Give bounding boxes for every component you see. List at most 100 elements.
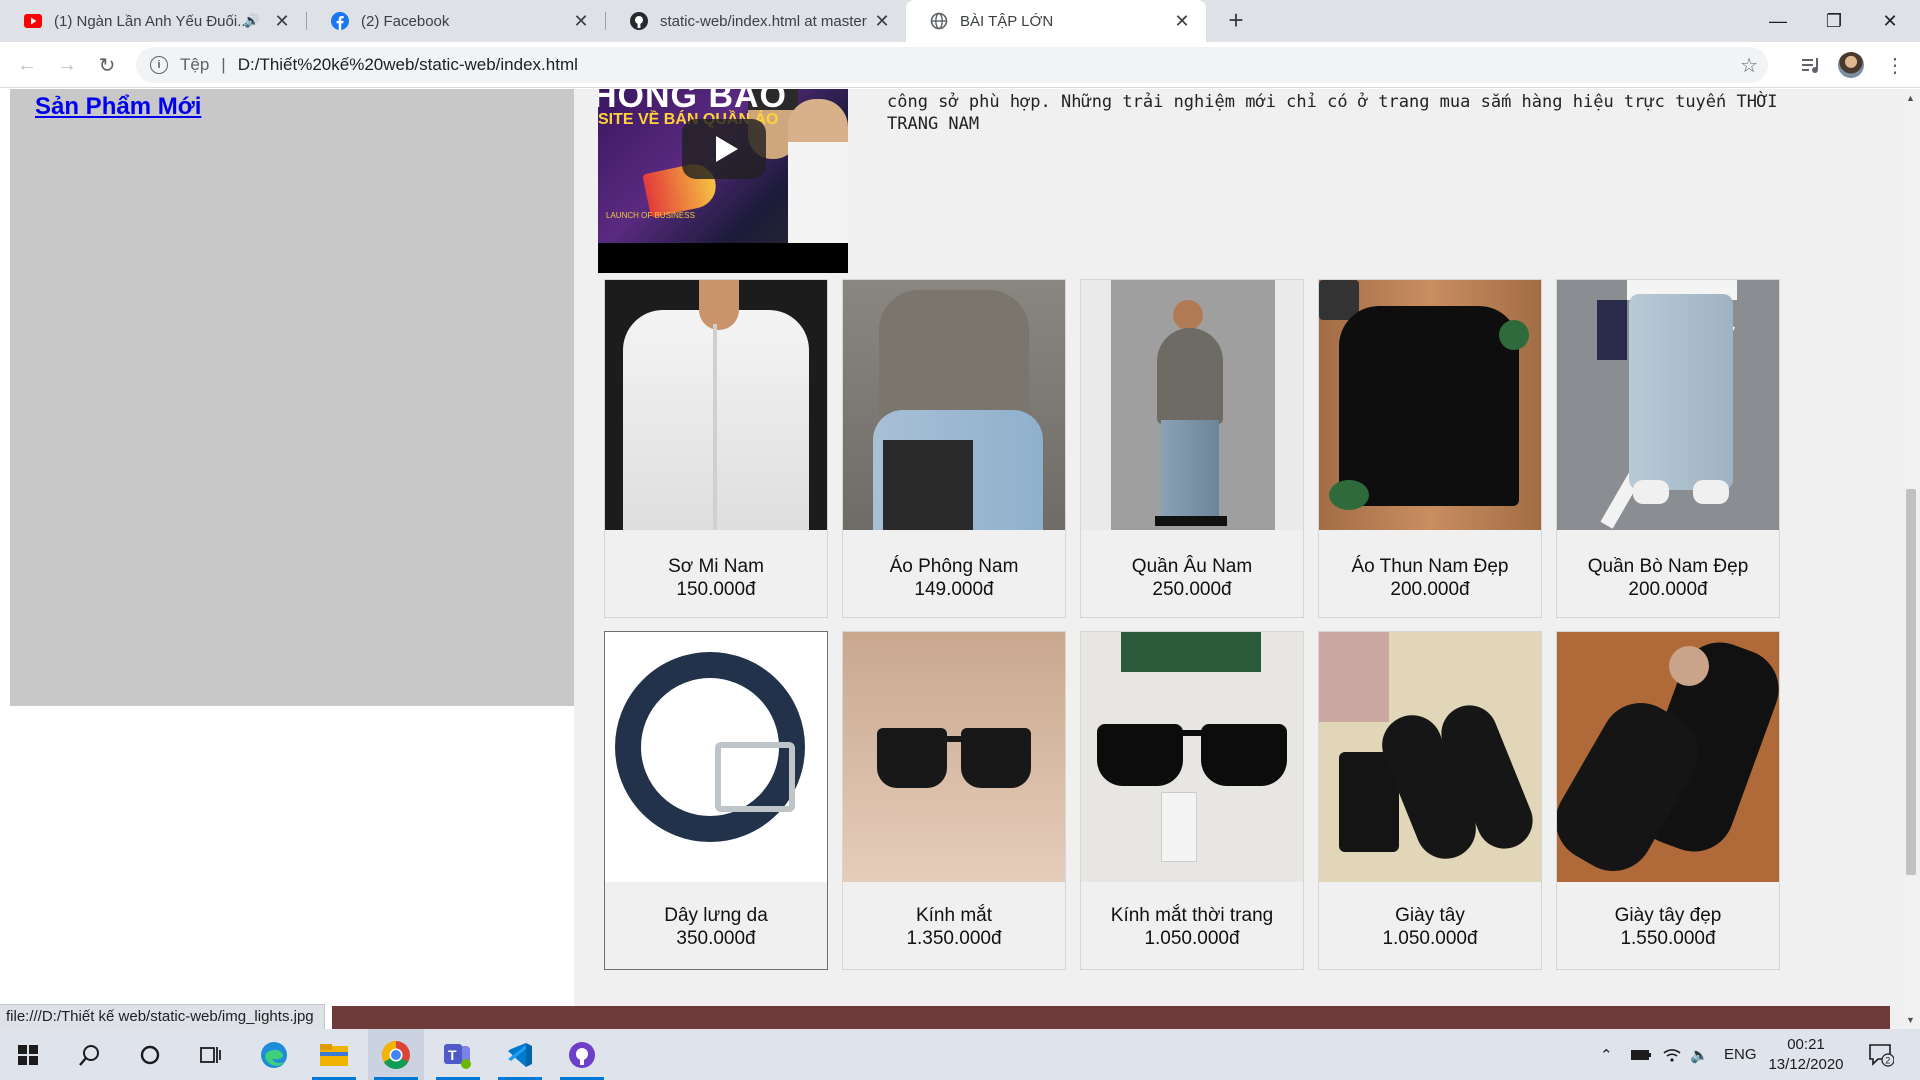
reload-icon[interactable]: ↻ <box>92 50 122 80</box>
product-name: Kính mắt <box>915 905 993 926</box>
tab-title: (2) Facebook <box>361 12 450 30</box>
product-name: Quần Âu Nam <box>1131 556 1253 577</box>
product-card[interactable]: Quần Bò Nam Đẹp 200.000đ <box>1556 279 1780 618</box>
tab-title: static-web/index.html at master <box>660 12 867 30</box>
product-card[interactable]: Kính mắt thời trang 1.050.000đ <box>1080 631 1304 970</box>
tab-bai-tap-lon[interactable]: BÀI TẬP LỚN ✕ <box>906 0 1206 42</box>
vscode-icon[interactable] <box>492 1029 548 1080</box>
product-card[interactable]: Sơ Mi Nam 150.000đ <box>604 279 828 618</box>
footer-bar <box>332 1006 1890 1029</box>
product-card[interactable]: Áo Thun Nam Đẹp 200.000đ <box>1318 279 1542 618</box>
forward-arrow-icon[interactable]: → <box>52 50 82 80</box>
taskbar-clock[interactable]: 00:21 13/12/2020 <box>1758 1035 1854 1075</box>
windows-taskbar: T ⌃ 🔈 ENG 00:21 13/12/2020 2 <box>0 1029 1920 1080</box>
wifi-icon[interactable] <box>1662 1029 1682 1080</box>
notification-center-icon[interactable]: 2 <box>1868 1029 1894 1080</box>
video-figure <box>788 99 848 243</box>
media-control-icon[interactable] <box>1796 50 1826 80</box>
product-image-belt <box>605 632 827 882</box>
profile-avatar[interactable] <box>1838 52 1864 78</box>
product-price: 200.000đ <box>1390 579 1470 600</box>
restore-icon[interactable]: ❐ <box>1806 0 1862 42</box>
intro-paragraph: công sở phù hợp. Những trải nghiệm mới c… <box>887 92 1778 134</box>
scroll-up-icon[interactable]: ▲ <box>1906 93 1915 103</box>
product-name: Kính mắt thời trang <box>1110 905 1274 926</box>
file-explorer-icon[interactable] <box>306 1029 362 1080</box>
minimize-icon[interactable]: — <box>1750 0 1806 42</box>
product-image-dress-shoes-2 <box>1557 632 1779 882</box>
main-content: HÔNG BÁO SITE VỀ BÁN QUẦN ÁO LAUNCH OF B… <box>574 89 1902 1029</box>
product-name: Dây lưng da <box>664 905 768 926</box>
windows-start-icon[interactable] <box>0 1029 56 1080</box>
product-card[interactable]: Kính mắt 1.350.000đ <box>842 631 1066 970</box>
product-image-trousers <box>1081 280 1303 530</box>
product-card[interactable]: Dây lưng da 350.000đ <box>604 631 828 970</box>
tab-strip: (1) Ngàn Lần Anh Yếu Đuối... 🔊 ✕ (2) Fac… <box>0 0 1920 42</box>
tab-youtube[interactable]: (1) Ngàn Lần Anh Yếu Đuối... 🔊 ✕ <box>0 0 306 42</box>
tab-github[interactable]: static-web/index.html at master ✕ <box>606 0 906 42</box>
product-price: 350.000đ <box>676 928 756 949</box>
web-page: Sản Phẩm Mới HÔNG BÁO SITE VỀ BÁN QUẦN Á… <box>0 89 1902 1029</box>
show-hidden-icons[interactable]: ⌃ <box>1600 1029 1613 1080</box>
info-icon[interactable]: i <box>150 56 168 74</box>
product-price: 150.000đ <box>676 579 756 600</box>
language-indicator[interactable]: ENG <box>1724 1029 1757 1080</box>
product-image-fashion-glasses <box>1081 632 1303 882</box>
youtube-icon <box>24 12 42 30</box>
product-price: 1.350.000đ <box>906 928 1002 949</box>
product-card[interactable]: Quần Âu Nam 250.000đ <box>1080 279 1304 618</box>
close-tab-icon[interactable]: ✕ <box>872 11 892 32</box>
address-bar[interactable]: i Tệp | D:/Thiết%20kế%20web/static-web/i… <box>136 47 1768 83</box>
teams-icon[interactable]: T <box>430 1029 486 1080</box>
video-player[interactable]: HÔNG BÁO SITE VỀ BÁN QUẦN ÁO LAUNCH OF B… <box>598 89 848 273</box>
more-menu-icon[interactable]: ⋮ <box>1880 50 1910 80</box>
back-arrow-icon[interactable]: ← <box>12 50 42 80</box>
product-image-jeans <box>1557 280 1779 530</box>
globe-icon <box>930 12 948 30</box>
cortana-icon[interactable] <box>122 1029 178 1080</box>
close-tab-icon[interactable]: ✕ <box>1172 11 1192 32</box>
bookmark-star-icon[interactable]: ☆ <box>1740 53 1758 78</box>
product-name: Sơ Mi Nam <box>668 556 764 577</box>
search-icon[interactable] <box>62 1029 118 1080</box>
play-button-icon[interactable] <box>682 119 766 179</box>
close-tab-icon[interactable]: ✕ <box>571 11 591 32</box>
page-scrollbar[interactable]: ▲ ▼ <box>1902 89 1920 1029</box>
notification-count: 2 <box>1885 1055 1890 1065</box>
tab-facebook[interactable]: (2) Facebook ✕ <box>307 0 605 42</box>
product-image-sunglasses <box>843 632 1065 882</box>
url-text[interactable]: D:/Thiết%20kế%20web/static-web/index.htm… <box>238 55 578 75</box>
new-tab-button[interactable]: + <box>1220 4 1252 36</box>
edge-icon[interactable] <box>246 1029 302 1080</box>
product-image-dress-shoes <box>1319 632 1541 882</box>
product-card[interactable]: Giày tây 1.050.000đ <box>1318 631 1542 970</box>
tab-title: (1) Ngàn Lần Anh Yếu Đuối... <box>54 12 244 30</box>
product-price: 200.000đ <box>1628 579 1708 600</box>
close-window-icon[interactable]: ✕ <box>1862 0 1918 42</box>
close-tab-icon[interactable]: ✕ <box>272 11 292 32</box>
product-card[interactable]: Áo Phông Nam 149.000đ <box>842 279 1066 618</box>
task-view-icon[interactable] <box>182 1029 238 1080</box>
status-bubble: file:///D:/Thiết kế web/static-web/img_l… <box>0 1004 325 1029</box>
volume-icon[interactable]: 🔈 <box>1690 1029 1709 1080</box>
speaker-icon[interactable]: 🔊 <box>244 13 260 29</box>
scheme-label: Tệp <box>180 55 210 74</box>
product-name: Áo Thun Nam Đẹp <box>1351 556 1509 577</box>
product-image-tshirt-grey <box>843 280 1065 530</box>
scrollbar-thumb[interactable] <box>1906 489 1916 875</box>
battery-icon[interactable] <box>1630 1029 1652 1080</box>
scroll-down-icon[interactable]: ▼ <box>1906 1015 1915 1025</box>
video-small-text: LAUNCH OF BUSINESS <box>606 211 695 220</box>
clock-time: 00:21 <box>1787 1036 1825 1053</box>
product-name: Áo Phông Nam <box>889 556 1019 577</box>
product-image-tshirt-black <box>1319 280 1541 530</box>
browser-toolbar: ← → ↻ i Tệp | D:/Thiết%20kế%20web/static… <box>0 42 1920 88</box>
product-name: Giày tây <box>1395 905 1465 926</box>
product-card[interactable]: Giày tây đẹp 1.550.000đ <box>1556 631 1780 970</box>
chrome-icon[interactable] <box>368 1029 424 1080</box>
product-price: 1.050.000đ <box>1382 928 1478 949</box>
github-desktop-icon[interactable] <box>554 1029 610 1080</box>
sidebar: Sản Phẩm Mới <box>10 89 574 706</box>
new-products-link[interactable]: Sản Phẩm Mới <box>35 93 201 121</box>
product-name: Giày tây đẹp <box>1614 905 1722 926</box>
